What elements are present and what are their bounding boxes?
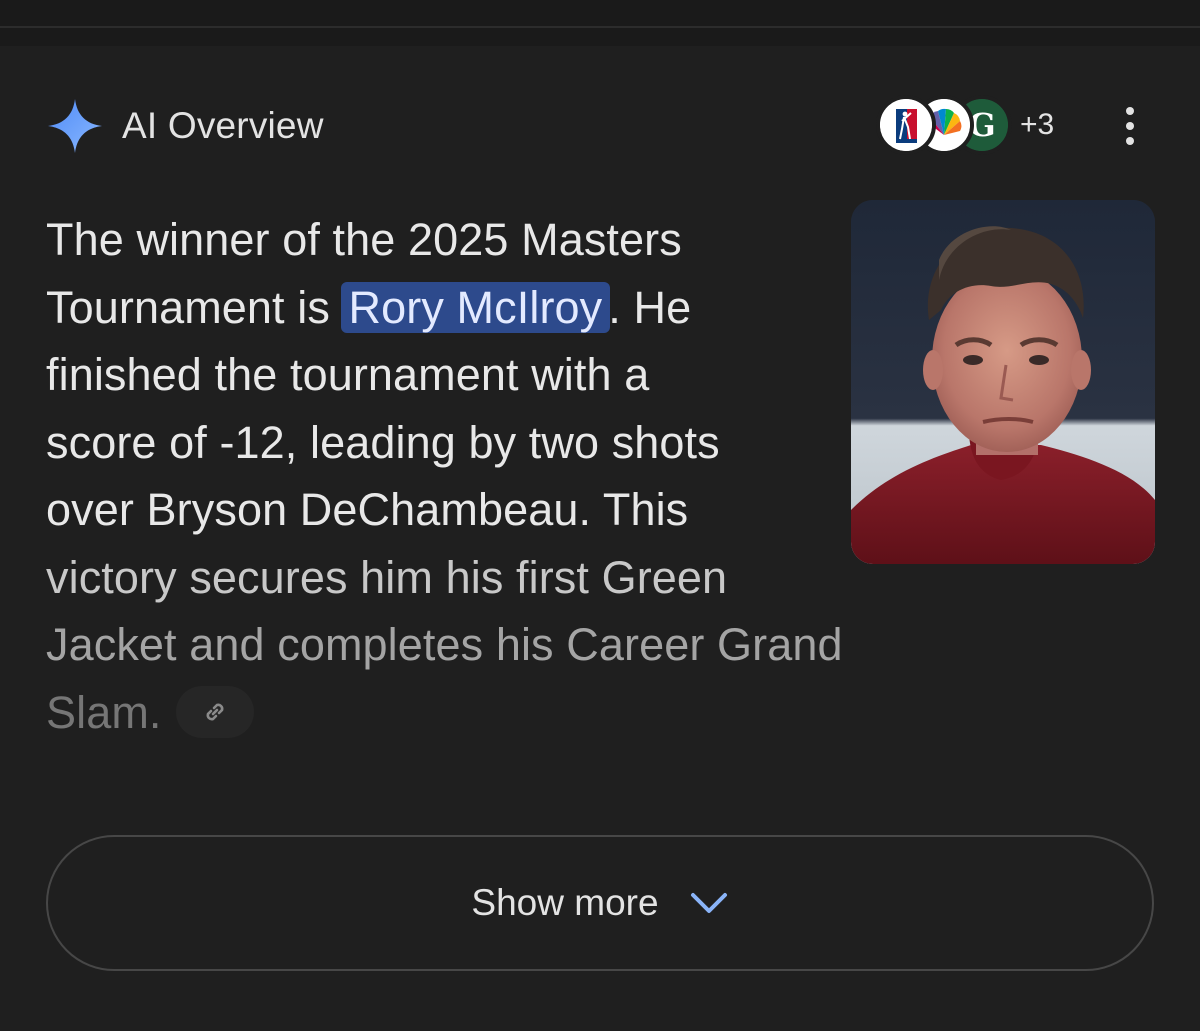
answer-line: Tournament is Rory McIlroy. He bbox=[46, 281, 692, 333]
top-divider-strip bbox=[0, 0, 1200, 46]
answer-line: The winner of the 2025 Masters bbox=[46, 214, 682, 265]
answer-line: finished the tournament with a bbox=[46, 349, 650, 400]
chevron-down-icon bbox=[690, 893, 727, 913]
source-favicons[interactable]: G +3 bbox=[876, 95, 1054, 155]
source-count[interactable]: +3 bbox=[1020, 108, 1054, 142]
rory-mcilroy-photo[interactable] bbox=[851, 200, 1155, 564]
show-more-button[interactable]: Show more bbox=[46, 835, 1154, 971]
ai-overview-title: AI Overview bbox=[122, 105, 324, 146]
highlighted-entity-rory-mcilroy[interactable]: Rory McIlroy bbox=[340, 281, 611, 333]
link-icon bbox=[206, 703, 223, 721]
answer-line: score of -12, leading by two shots bbox=[46, 416, 720, 468]
answer-line: victory secures him his first Green bbox=[46, 551, 728, 603]
answer-line: Slam. bbox=[46, 679, 846, 747]
show-more-label: Show more bbox=[471, 882, 659, 923]
more-vert-icon[interactable] bbox=[1106, 96, 1154, 156]
answer-line: Jacket and completes his Career Grand bbox=[46, 619, 843, 670]
pga-tour-logo-icon[interactable] bbox=[876, 95, 936, 155]
gemini-sparkle-icon bbox=[48, 99, 102, 153]
ai-overview-answer: The winner of the 2025 Masters Tournamen… bbox=[46, 206, 846, 746]
answer-line: over Bryson DeChambeau. This bbox=[46, 484, 689, 535]
ai-overview-card: AI Overview G +3 The winner of the 2025 … bbox=[0, 46, 1200, 1031]
source-link-button[interactable] bbox=[175, 685, 254, 738]
ai-overview-header: AI Overview bbox=[46, 98, 324, 154]
